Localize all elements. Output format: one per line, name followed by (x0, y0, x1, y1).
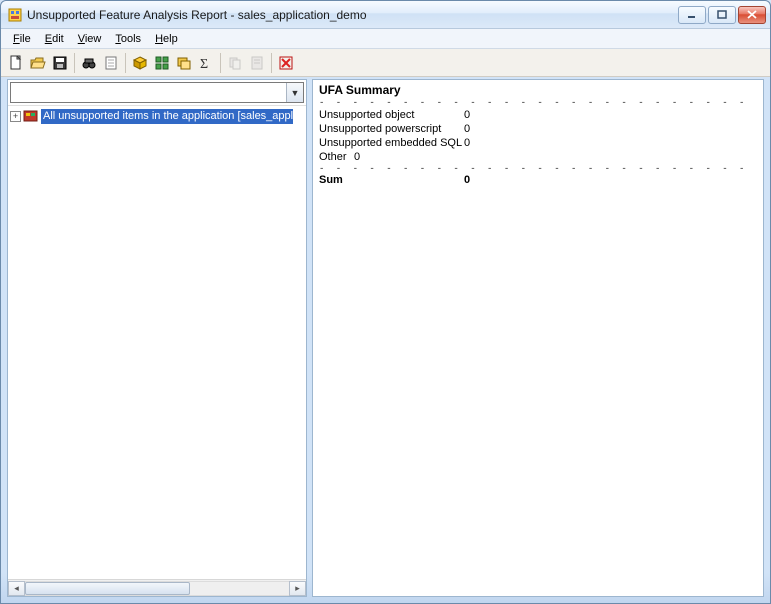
menu-file[interactable]: File (7, 32, 37, 46)
summary-title: UFA Summary (319, 83, 757, 97)
save-button[interactable] (49, 52, 71, 74)
window-title: Unsupported Feature Analysis Report - sa… (27, 8, 678, 22)
save-icon (52, 55, 68, 71)
new-file-icon (8, 55, 24, 71)
close-icon (747, 10, 757, 19)
summary-row-label: Unsupported object (319, 108, 464, 122)
app-node-icon (23, 109, 39, 123)
menu-edit[interactable]: Edit (39, 32, 70, 46)
document-icon (103, 55, 119, 71)
summary-row: Unsupported object 0 (319, 108, 757, 122)
analyze2-button[interactable] (151, 52, 173, 74)
maximize-button[interactable] (708, 6, 736, 24)
delete-button[interactable] (275, 52, 297, 74)
tree-expander[interactable]: + (10, 111, 21, 122)
menu-tools[interactable]: Tools (109, 32, 147, 46)
summary-row-other: Other 0 (319, 150, 757, 164)
analyze1-button[interactable] (129, 52, 151, 74)
open-button[interactable] (27, 52, 49, 74)
paste-button (246, 52, 268, 74)
toolbar-separator (125, 53, 126, 73)
left-pane: ▼ + All unsupported items in the applica… (7, 79, 307, 597)
summary-other-label: Other (319, 150, 354, 164)
report-button[interactable] (100, 52, 122, 74)
menu-help[interactable]: Help (149, 32, 184, 46)
summary-row-label: Unsupported powerscript (319, 122, 464, 136)
app-window: Unsupported Feature Analysis Report - sa… (0, 0, 771, 604)
tree-row: + All unsupported items in the applicati… (10, 108, 304, 124)
minimize-icon (687, 11, 697, 19)
maximize-icon (717, 10, 727, 19)
tree-view[interactable]: + All unsupported items in the applicati… (8, 106, 306, 579)
content-area: ▼ + All unsupported items in the applica… (7, 79, 764, 597)
toolbar-separator (74, 53, 75, 73)
summary-row: Unsupported embedded SQL 0 (319, 136, 757, 150)
summary-row-value: 0 (464, 136, 470, 150)
cube-icon (132, 55, 148, 71)
menubar: File Edit View Tools Help (1, 29, 770, 49)
filter-combo[interactable]: ▼ (10, 82, 304, 103)
paste-icon (249, 55, 265, 71)
filter-combo-row: ▼ (8, 80, 306, 106)
grid-icon (154, 55, 170, 71)
find-button[interactable] (78, 52, 100, 74)
scroll-right-button[interactable]: ▸ (289, 581, 306, 596)
sigma-icon: Σ (198, 55, 214, 71)
divider-line: - - - - - - - - - - - - - - - - - - - - … (319, 98, 757, 108)
toolbar-separator (220, 53, 221, 73)
scroll-left-button[interactable]: ◂ (8, 581, 25, 596)
delete-x-icon (278, 55, 294, 71)
analyze3-button[interactable] (173, 52, 195, 74)
chevron-down-icon[interactable]: ▼ (286, 83, 303, 102)
stack-icon (176, 55, 192, 71)
close-button[interactable] (738, 6, 766, 24)
summary-total-value: 0 (464, 174, 470, 186)
window-buttons (678, 6, 766, 24)
binoculars-icon (81, 55, 97, 71)
open-folder-icon (30, 55, 46, 71)
divider-line: - - - - - - - - - - - - - - - - - - - - … (319, 164, 757, 174)
summary-row-value: 0 (464, 108, 470, 122)
titlebar: Unsupported Feature Analysis Report - sa… (1, 1, 770, 29)
toolbar: Σ (1, 49, 770, 77)
horizontal-scrollbar: ◂ ▸ (8, 579, 306, 596)
svg-text:Σ: Σ (200, 57, 208, 71)
summary-total-row: Sum 0 (319, 174, 757, 186)
tree-root-label[interactable]: All unsupported items in the application… (41, 109, 293, 124)
filter-combo-text (11, 83, 286, 102)
scroll-track[interactable] (25, 581, 289, 596)
right-pane: UFA Summary - - - - - - - - - - - - - - … (312, 79, 764, 597)
summary-row: Unsupported powerscript 0 (319, 122, 757, 136)
copy-icon (227, 55, 243, 71)
minimize-button[interactable] (678, 6, 706, 24)
new-button[interactable] (5, 52, 27, 74)
summary-other-value: 0 (354, 150, 360, 164)
sum-button[interactable]: Σ (195, 52, 217, 74)
toolbar-separator (271, 53, 272, 73)
app-icon (7, 7, 23, 23)
summary-row-label: Unsupported embedded SQL (319, 136, 464, 150)
copy-button (224, 52, 246, 74)
summary-total-label: Sum (319, 174, 464, 186)
scroll-thumb[interactable] (25, 582, 190, 595)
summary-row-value: 0 (464, 122, 470, 136)
menu-view[interactable]: View (72, 32, 108, 46)
